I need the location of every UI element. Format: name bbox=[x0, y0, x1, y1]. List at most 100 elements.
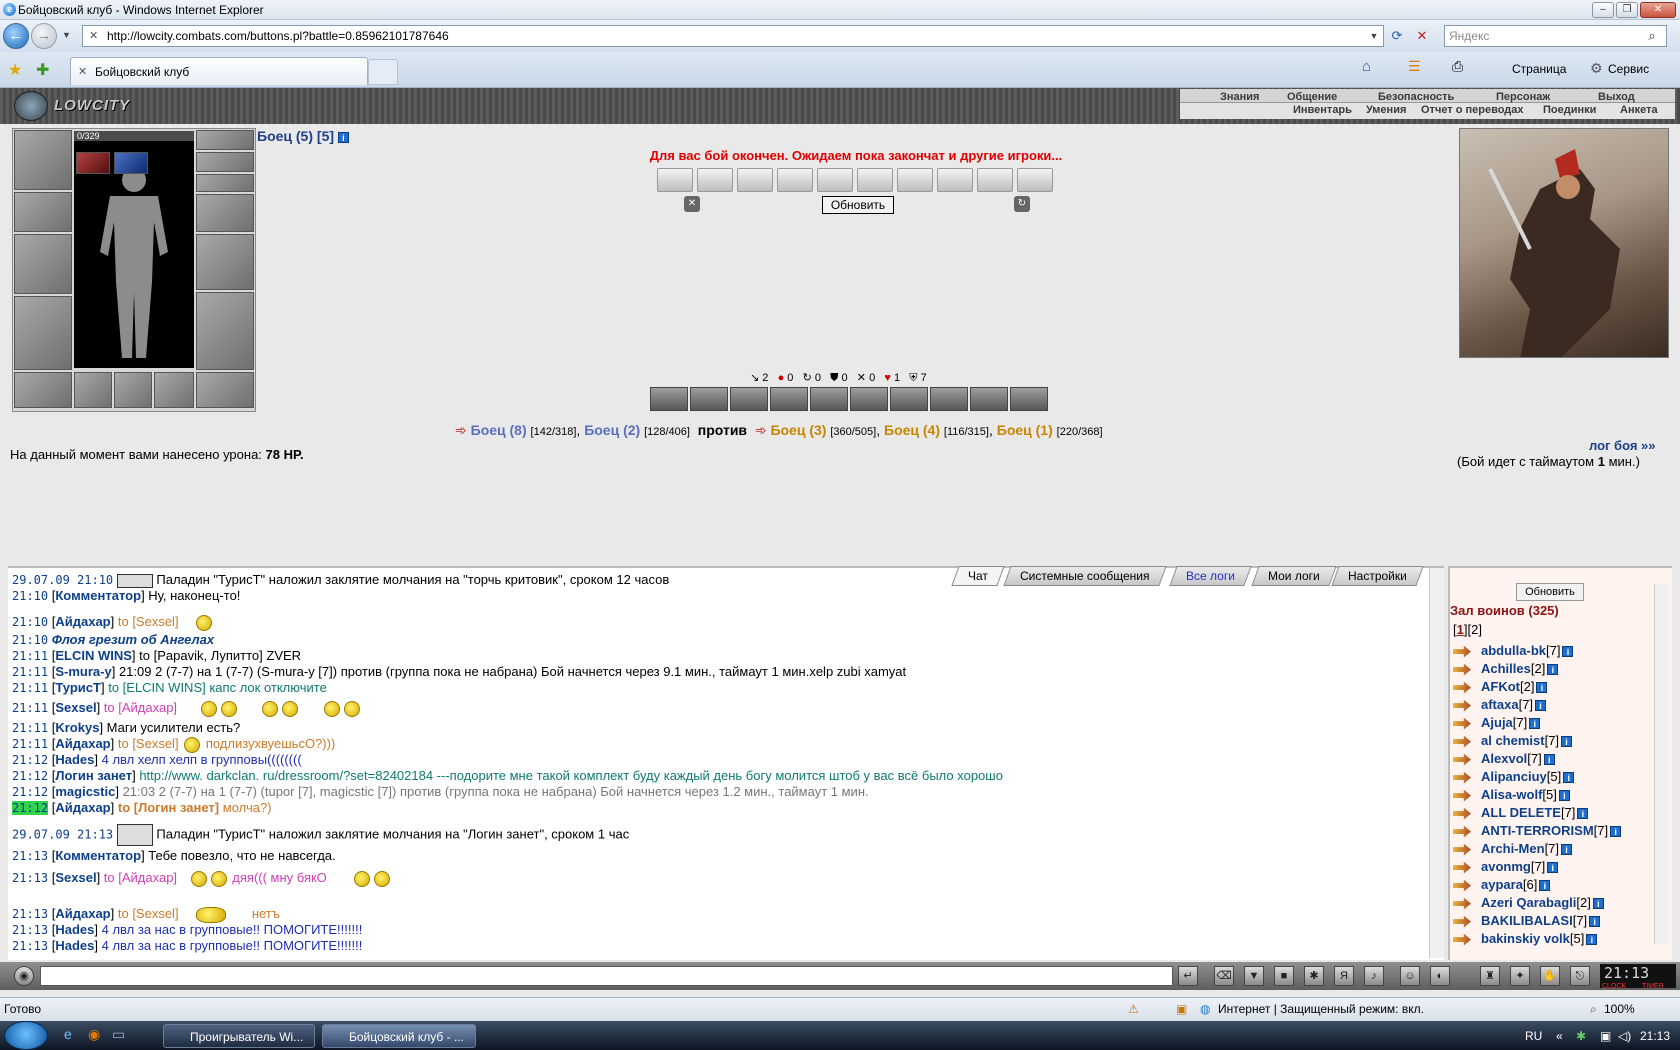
smiley-button-icon[interactable]: ☺ bbox=[1400, 966, 1420, 986]
ability-button[interactable] bbox=[970, 387, 1008, 411]
fighter-link[interactable]: Боец (1) bbox=[997, 422, 1053, 438]
ability-button[interactable] bbox=[770, 387, 808, 411]
history-dropdown-icon[interactable]: ▼ bbox=[62, 30, 71, 40]
warrior-name[interactable]: Achilles bbox=[1481, 661, 1531, 676]
warrior-name[interactable]: abdulla-bk bbox=[1481, 643, 1546, 658]
warrior-name[interactable]: BAKILIBALASI bbox=[1481, 913, 1573, 928]
slot-bracers[interactable] bbox=[14, 192, 72, 232]
ability-button[interactable] bbox=[730, 387, 768, 411]
slot-rings[interactable] bbox=[196, 174, 254, 192]
warrior-name[interactable]: aftaxa bbox=[1481, 697, 1519, 712]
info-icon[interactable]: i bbox=[337, 131, 349, 143]
invite-arrow-icon[interactable] bbox=[1453, 843, 1471, 856]
zoom-level[interactable]: 100% bbox=[1604, 1002, 1635, 1016]
slot-weapon-right[interactable] bbox=[196, 234, 254, 290]
warrior-name[interactable]: avonmg bbox=[1481, 859, 1531, 874]
hands-icon[interactable]: ✋ bbox=[1540, 966, 1560, 986]
tray-monitor-icon[interactable]: ▣ bbox=[1600, 1029, 1611, 1043]
exit-door-icon[interactable]: ⎋ bbox=[1570, 966, 1590, 986]
slot-earrings[interactable] bbox=[196, 130, 254, 150]
warrior-row[interactable]: Azeri Qarabagli[2] i bbox=[1453, 895, 1604, 910]
chat-scrollbar[interactable] bbox=[1429, 568, 1444, 958]
menu-inventory[interactable]: Инвентарь bbox=[1293, 104, 1352, 116]
slot-rune-3[interactable] bbox=[154, 372, 194, 408]
info-icon[interactable]: i bbox=[1529, 718, 1541, 730]
add-favorites-icon[interactable]: ✚ bbox=[36, 60, 49, 80]
info-icon[interactable]: i bbox=[1586, 934, 1598, 946]
minimize-button[interactable]: – bbox=[1592, 2, 1614, 18]
invite-arrow-icon[interactable] bbox=[1453, 897, 1471, 910]
forward-button[interactable]: → bbox=[31, 23, 57, 49]
firefox-quicklaunch-icon[interactable]: ◉ bbox=[88, 1026, 100, 1043]
scroll-slot[interactable] bbox=[857, 168, 893, 192]
fighters-icon[interactable]: ✱ bbox=[1304, 966, 1324, 986]
address-dropdown-icon[interactable]: ▼ bbox=[1364, 26, 1384, 46]
translit-icon[interactable]: Я bbox=[1334, 966, 1354, 986]
print-icon[interactable]: ⎙ bbox=[1452, 58, 1463, 75]
taskbar-media-player[interactable]: Проигрыватель Wi... bbox=[163, 1024, 315, 1048]
favorites-star-icon[interactable]: ★ bbox=[8, 60, 22, 80]
page-link-2[interactable]: 2 bbox=[1471, 622, 1478, 637]
warrior-row[interactable]: Alisa-wolf[5] i bbox=[1453, 787, 1570, 802]
page-menu[interactable]: Страница bbox=[1512, 62, 1566, 76]
invite-arrow-icon[interactable] bbox=[1453, 825, 1471, 838]
refresh-icon[interactable]: ⟳ bbox=[1387, 26, 1407, 46]
invite-arrow-icon[interactable] bbox=[1453, 735, 1471, 748]
tray-network-icon[interactable]: ✱ bbox=[1576, 1029, 1586, 1043]
save-icon[interactable]: ■ bbox=[1274, 966, 1294, 986]
taskbar-ie-window[interactable]: Бойцовский клуб - ... bbox=[322, 1024, 476, 1048]
invite-arrow-icon[interactable] bbox=[1453, 663, 1471, 676]
ability-button[interactable] bbox=[810, 387, 848, 411]
search-icon[interactable]: ⌕ bbox=[1642, 26, 1662, 46]
warrior-row[interactable]: Alipanciuy[5] i bbox=[1453, 769, 1575, 784]
menu-duels[interactable]: Поединки bbox=[1543, 104, 1596, 116]
page-link-1[interactable]: 1 bbox=[1457, 622, 1464, 637]
tab-settings[interactable]: Настройки bbox=[1331, 566, 1424, 586]
info-icon[interactable]: i bbox=[1610, 826, 1622, 838]
menu-communication[interactable]: Общение bbox=[1287, 91, 1337, 103]
ability-button[interactable] bbox=[930, 387, 968, 411]
warrior-name[interactable]: ALL DELETE bbox=[1481, 805, 1561, 820]
battle-log-link[interactable]: лог боя »» bbox=[1589, 438, 1656, 453]
blocked-icon[interactable]: ⚠ bbox=[1128, 1002, 1139, 1016]
warrior-name[interactable]: al chemist bbox=[1481, 733, 1545, 748]
info-icon[interactable]: i bbox=[1561, 844, 1573, 856]
send-icon[interactable]: ↵ bbox=[1178, 966, 1198, 986]
tray-arrow-icon[interactable]: « bbox=[1556, 1029, 1563, 1043]
ability-button[interactable] bbox=[690, 387, 728, 411]
invite-arrow-icon[interactable] bbox=[1453, 717, 1471, 730]
scroll-slot[interactable] bbox=[737, 168, 773, 192]
scroll-slot[interactable] bbox=[1017, 168, 1053, 192]
desktop-quicklaunch-icon[interactable]: ▭ bbox=[112, 1026, 125, 1043]
invite-arrow-icon[interactable] bbox=[1453, 699, 1471, 712]
ability-button[interactable] bbox=[890, 387, 928, 411]
warrior-row[interactable]: avonmg[7] i bbox=[1453, 859, 1559, 874]
ability-icon[interactable]: ✦ bbox=[1510, 966, 1530, 986]
slot-belt-item-1[interactable] bbox=[76, 152, 110, 174]
slot-pants[interactable] bbox=[196, 292, 254, 370]
warrior-row[interactable]: Archi-Men[7] i bbox=[1453, 841, 1573, 856]
warrior-row[interactable]: Achilles[2] i bbox=[1453, 661, 1559, 676]
info-icon[interactable]: i bbox=[1535, 700, 1547, 712]
warrior-row[interactable]: aypara[6] i bbox=[1453, 877, 1551, 892]
tray-volume-icon[interactable]: ◁) bbox=[1618, 1029, 1631, 1043]
scroll-slot[interactable] bbox=[937, 168, 973, 192]
filter-icon[interactable]: ▼ bbox=[1244, 966, 1264, 986]
warrior-name[interactable]: Ajuja bbox=[1481, 715, 1513, 730]
popup-icon[interactable]: ▣ bbox=[1176, 1002, 1187, 1016]
warrior-row[interactable]: al chemist[7] i bbox=[1453, 733, 1573, 748]
invite-arrow-icon[interactable] bbox=[1453, 771, 1471, 784]
scroll-slot[interactable] bbox=[697, 168, 733, 192]
tab-system-messages[interactable]: Системные сообщения bbox=[1003, 566, 1167, 586]
menu-transfers[interactable]: Отчет о переводах bbox=[1421, 104, 1524, 116]
info-icon[interactable]: i bbox=[1577, 808, 1589, 820]
warrior-name[interactable]: Alexvol bbox=[1481, 751, 1527, 766]
back-button[interactable]: ← bbox=[3, 23, 29, 49]
info-icon[interactable]: i bbox=[1547, 664, 1559, 676]
scroll-slot[interactable] bbox=[897, 168, 933, 192]
tab-my-logs[interactable]: Мои логи bbox=[1251, 566, 1337, 586]
battle-refresh-button[interactable]: Обновить bbox=[822, 196, 894, 214]
warrior-row[interactable]: Alexvol[7] i bbox=[1453, 751, 1555, 766]
invite-arrow-icon[interactable] bbox=[1453, 645, 1471, 658]
fighter-link[interactable]: Боец (3) bbox=[770, 422, 826, 438]
